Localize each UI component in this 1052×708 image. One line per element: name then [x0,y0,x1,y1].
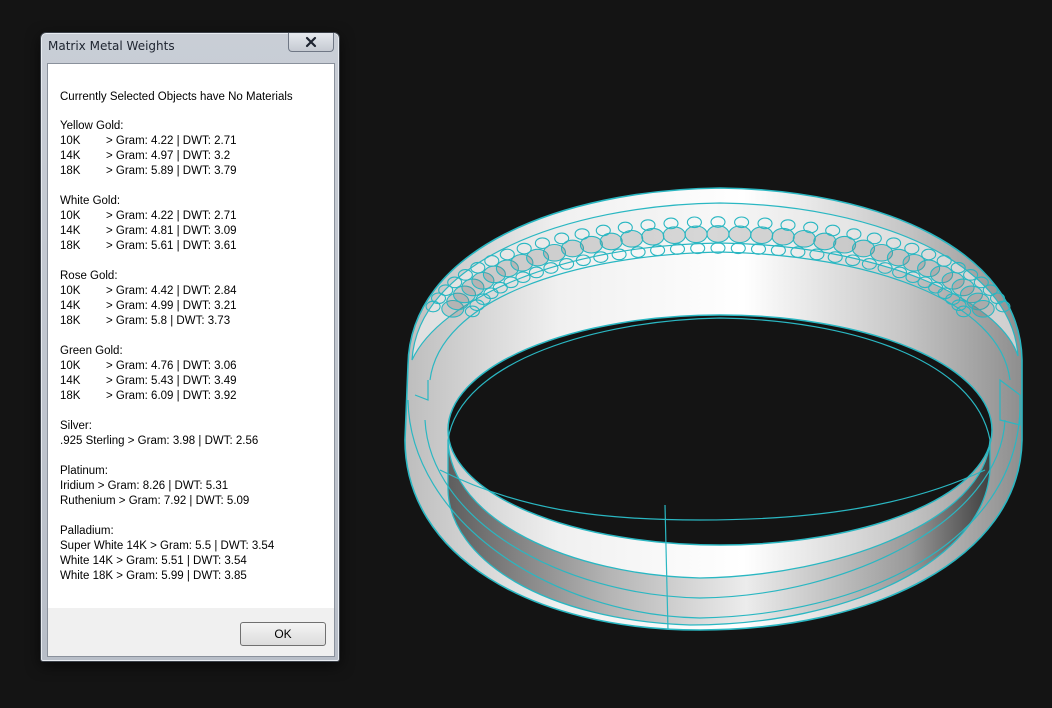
weight-text: > Gram: 6.09 | DWT: 3.92 [106,390,237,402]
ring-hole [447,314,993,546]
gem-seat [728,225,752,244]
metal-group-label: Yellow Gold: [60,120,124,132]
metal-group-label: Silver: [60,420,92,432]
karat-label: 10K [60,135,81,147]
weight-text: > Gram: 4.99 | DWT: 3.21 [106,300,237,312]
metal-group-label: White Gold: [60,195,121,207]
ok-button[interactable]: OK [240,622,326,646]
karat-label: 18K [60,240,81,252]
weight-text: Super White 14K > Gram: 5.5 | DWT: 3.54 [60,540,275,552]
results-content: Currently Selected Objects have No Mater… [60,90,330,599]
weight-text: > Gram: 5.89 | DWT: 3.79 [106,165,237,177]
karat-label: 14K [60,150,81,162]
metal-group: Yellow Gold: 10K > Gram: 4.22 | DWT: 2.71 1… [60,119,330,179]
metal-group: Rose Gold: 10K > Gram: 4.42 | DWT: 2.84 14K… [60,269,330,329]
weight-text: > Gram: 5.8 | DWT: 3.73 [106,315,231,327]
weight-text: > Gram: 5.43 | DWT: 3.49 [106,375,237,387]
gem-seat [684,225,708,244]
gem-seat [771,227,795,246]
weight-row: 14K > Gram: 4.81 | DWT: 3.09 [60,224,330,239]
metal-group: Green Gold: 10K > Gram: 4.76 | DWT: 3.06 14… [60,344,330,404]
weight-row: 10K > Gram: 4.22 | DWT: 2.71 [60,209,330,224]
karat-label: 10K [60,210,81,222]
weight-text: > Gram: 4.42 | DWT: 2.84 [106,285,237,297]
karat-label: 18K [60,315,81,327]
close-icon [305,36,317,48]
weight-row: 18K > Gram: 5.8 | DWT: 3.73 [60,314,330,329]
weight-text: > Gram: 4.76 | DWT: 3.06 [106,360,237,372]
title-bar[interactable]: Matrix Metal Weights [41,33,339,61]
metal-group-label: Platinum: [60,465,108,477]
dialog-title: Matrix Metal Weights [48,39,175,53]
weight-row: White 18K > Gram: 5.99 | DWT: 3.85 [60,569,330,584]
metal-group: White Gold: 10K > Gram: 4.22 | DWT: 2.71 14… [60,194,330,254]
results-panel: Currently Selected Objects have No Mater… [48,64,334,608]
metal-group: Platinum: Iridium > Gram: 8.26 | DWT: 5.3… [60,464,330,509]
weight-text: .925 Sterling > Gram: 3.98 | DWT: 2.56 [60,435,259,447]
status-message: Currently Selected Objects have No Mater… [60,91,293,103]
weight-row: 10K > Gram: 4.76 | DWT: 3.06 [60,359,330,374]
weight-row: 10K > Gram: 4.22 | DWT: 2.71 [60,134,330,149]
weight-row: 18K > Gram: 5.89 | DWT: 3.79 [60,164,330,179]
karat-label: 10K [60,360,81,372]
weight-row: 14K > Gram: 5.43 | DWT: 3.49 [60,374,330,389]
weight-text: White 14K > Gram: 5.51 | DWT: 3.54 [60,555,247,567]
gem-seat [662,226,686,245]
weight-row: 18K > Gram: 6.09 | DWT: 3.92 [60,389,330,404]
karat-label: 18K [60,165,81,177]
gem-seat [706,225,730,243]
weight-text: White 18K > Gram: 5.99 | DWT: 3.85 [60,570,247,582]
gem-seat [641,227,665,246]
weight-text: > Gram: 4.97 | DWT: 3.2 [106,150,231,162]
weight-text: > Gram: 4.22 | DWT: 2.71 [106,135,237,147]
weight-row: 10K > Gram: 4.42 | DWT: 2.84 [60,284,330,299]
weight-text: Iridium > Gram: 8.26 | DWT: 5.31 [60,480,229,492]
metal-group-label: Rose Gold: [60,270,118,282]
karat-label: 14K [60,225,81,237]
karat-label: 18K [60,390,81,402]
weight-text: > Gram: 4.22 | DWT: 2.71 [106,210,237,222]
weight-row: Ruthenium > Gram: 7.92 | DWT: 5.09 [60,494,330,509]
weight-row: Iridium > Gram: 8.26 | DWT: 5.31 [60,479,330,494]
weight-text: > Gram: 4.81 | DWT: 3.09 [106,225,237,237]
weight-text: Ruthenium > Gram: 7.92 | DWT: 5.09 [60,495,250,507]
gem-seat [971,299,995,318]
metal-group-label: Palladium: [60,525,114,537]
weight-row: 18K > Gram: 5.61 | DWT: 3.61 [60,239,330,254]
weight-row: 14K > Gram: 4.99 | DWT: 3.21 [60,299,330,314]
ring-model[interactable] [404,187,1023,631]
karat-label: 10K [60,285,81,297]
metal-group-label: Green Gold: [60,345,123,357]
weight-row: Super White 14K > Gram: 5.5 | DWT: 3.54 [60,539,330,554]
gem-seat [750,226,774,245]
karat-label: 14K [60,300,81,312]
metal-group: Silver: .925 Sterling > Gram: 3.98 | DWT:… [60,419,330,449]
metal-group: Palladium: Super White 14K > Gram: 5.5 | … [60,524,330,584]
dialog-client-area: Currently Selected Objects have No Mater… [47,63,335,657]
close-button[interactable] [288,33,334,52]
weight-row: .925 Sterling > Gram: 3.98 | DWT: 2.56 [60,434,330,449]
weight-row: 14K > Gram: 4.97 | DWT: 3.2 [60,149,330,164]
weight-row: White 14K > Gram: 5.51 | DWT: 3.54 [60,554,330,569]
karat-label: 14K [60,375,81,387]
metal-weights-dialog: Matrix Metal Weights Currently Selected … [40,32,340,662]
weight-text: > Gram: 5.61 | DWT: 3.61 [106,240,237,252]
